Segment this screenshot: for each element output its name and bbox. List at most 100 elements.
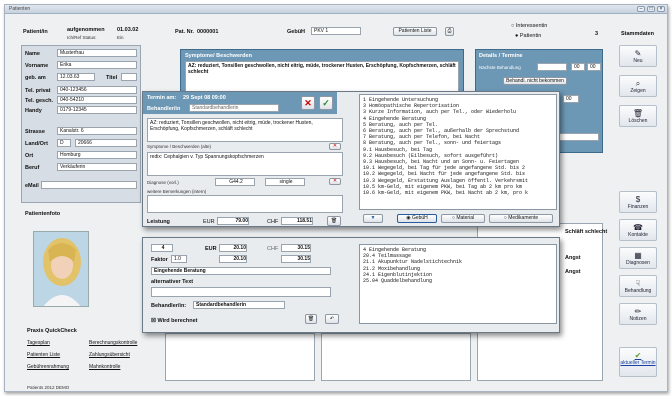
- termin-dialog: Termin am: 29 Sept 08 09:00 Behandler/in…: [142, 91, 560, 227]
- name-field[interactable]: Musterfrau: [57, 49, 137, 57]
- link-mahnkontrolle[interactable]: Mahnkontrolle: [89, 364, 120, 370]
- delete-icon[interactable]: 🗑: [327, 216, 341, 226]
- ort-field[interactable]: Homburg: [57, 151, 137, 159]
- link-zahlungsuebersicht[interactable]: Zahlungsübersicht: [89, 352, 130, 358]
- befund-text[interactable]: AZ: reduziert, Tonsillen geschwollen, ni…: [147, 118, 343, 142]
- details-side-field[interactable]: 00: [563, 95, 579, 103]
- stammdaten-title: Stammdaten: [621, 31, 655, 37]
- background-panel-b: [321, 333, 471, 381]
- leistung-chf-field[interactable]: 118.51: [281, 217, 313, 225]
- chosen-list[interactable]: 4 Eingehende Beratung 20.4 Teilmassage 2…: [359, 244, 557, 324]
- bezeichnung-field[interactable]: Eingehende Beratung: [151, 267, 331, 275]
- pos-behandler-field[interactable]: Standardbehandlerin: [193, 301, 285, 309]
- link-berechnungskontrolle[interactable]: Berechnungskontrolle: [89, 340, 137, 346]
- tab-material[interactable]: ○ Material: [441, 214, 485, 223]
- termin-label: Termin am:: [147, 95, 177, 101]
- background-panel-a: [165, 333, 315, 381]
- gebuehr-select[interactable]: PKV 1: [311, 27, 361, 35]
- tab-medikamente[interactable]: ○ Medikamente: [489, 214, 553, 223]
- diagnose-text[interactable]: redix: Cephalgien v. Typ Spannungskopfsc…: [147, 152, 343, 176]
- tab-gebuehr[interactable]: ◉ GebüH: [397, 214, 437, 223]
- clear-symptome-icon[interactable]: ✕: [329, 143, 341, 150]
- procedures-list[interactable]: 1 Eingehende Untersuchung 3 Homöopathisc…: [359, 94, 557, 210]
- count-field[interactable]: 4: [151, 244, 173, 252]
- footer-text: Patients 2012 DEMO: [27, 385, 70, 390]
- strasse-field[interactable]: Kanalstr. 6: [57, 127, 137, 135]
- naechste-field[interactable]: [537, 63, 567, 71]
- pos-eur2-field[interactable]: 20.10: [219, 255, 247, 263]
- procedure-row[interactable]: 10.6 km-Geld, mit eigenem PKW, bei Nacht…: [363, 190, 553, 196]
- berechnet-checkbox[interactable]: ☒ Wird berechnet: [151, 318, 197, 324]
- pos-eur-field[interactable]: 20.10: [219, 244, 247, 252]
- symptome-text[interactable]: AZ: reduziert, Tonsillen geschwollen, ni…: [185, 61, 459, 95]
- interessent-label: Interessentin: [515, 23, 548, 29]
- details-title: Details / Termine: [479, 53, 523, 59]
- pos-chf-field[interactable]: 30.15: [281, 244, 311, 252]
- confirm-icon[interactable]: ✓: [319, 96, 333, 110]
- undo-icon[interactable]: ↶: [325, 314, 339, 324]
- patientin-radio[interactable]: ● Patientin: [515, 33, 541, 39]
- pos-chf2-field[interactable]: 30.15: [281, 255, 311, 263]
- notizen-button[interactable]: ✏ Notizen: [619, 303, 657, 325]
- diagnosis-icon: ▦: [634, 251, 642, 260]
- diagnosen-button[interactable]: ▦ Diagnosen: [619, 247, 657, 269]
- details-box-button[interactable]: Behandl. nicht bekommen: [503, 77, 567, 85]
- clear-diagnose-icon[interactable]: ✕: [329, 178, 341, 185]
- diag-field[interactable]: single: [265, 178, 305, 186]
- chosen-row[interactable]: 25.04 Quaddelbehandlung: [363, 278, 553, 284]
- handy-field[interactable]: 0179-12345: [57, 106, 137, 114]
- zeigen-button[interactable]: ⌕ Zeigen: [619, 75, 657, 97]
- weitere-caption: weitere Bemerkungen (intern): [147, 189, 207, 194]
- finanzen-button[interactable]: $ Finanzen: [619, 191, 657, 213]
- cancel-icon[interactable]: ✕: [301, 96, 315, 110]
- neu-label: Neu: [633, 58, 643, 64]
- link-gebuehrenrahmung[interactable]: Gebührenrahmung: [27, 364, 69, 370]
- minimize-button[interactable]: –: [637, 6, 645, 12]
- naechste-v2[interactable]: 00: [587, 63, 601, 71]
- tel-gesch-field[interactable]: 040-54210: [57, 96, 137, 104]
- plz-field[interactable]: 20666: [75, 139, 137, 147]
- termin-label: aktueller Termin: [620, 360, 656, 366]
- titel-field[interactable]: [121, 73, 137, 81]
- status-label: aufgenommen: [67, 27, 105, 33]
- neu-button[interactable]: ✎ Neu: [619, 45, 657, 67]
- vorname-field[interactable]: Erika: [57, 61, 137, 69]
- land-field[interactable]: D: [57, 139, 71, 147]
- chevron-down-icon[interactable]: ▼: [363, 214, 383, 223]
- behandler-select[interactable]: Standardbehandlerin: [189, 104, 279, 112]
- close-window-button[interactable]: ×: [657, 6, 665, 12]
- print-icon[interactable]: ⎙: [445, 27, 454, 36]
- aktueller-termin-button[interactable]: ✔ aktueller Termin: [619, 347, 657, 377]
- weitere-text[interactable]: [147, 195, 343, 213]
- eur-label: EUR: [203, 219, 215, 225]
- email-field[interactable]: [41, 181, 137, 189]
- icd-field[interactable]: G44.2: [215, 178, 255, 186]
- link-patienten-liste[interactable]: Patienten Liste: [27, 352, 60, 358]
- loeschen-label: Löschen: [628, 118, 648, 124]
- patient-photo[interactable]: [33, 231, 89, 307]
- status-sub-value: Ein: [117, 35, 124, 40]
- portrait-image: [34, 232, 88, 306]
- procedure-row[interactable]: 10.2 Wegegeld, bei Nacht für jede angefa…: [363, 171, 553, 177]
- position-dialog: 4 EUR 20.10 CHF 30.15 Faktor 1.0 20.10 3…: [142, 237, 560, 333]
- tab-medikamente-label: Medikamente: [508, 215, 539, 221]
- maximize-button[interactable]: □: [647, 6, 655, 12]
- behandlung-button[interactable]: ☟ Behandlung: [619, 275, 657, 297]
- tel-privat-field[interactable]: 040-123456: [57, 86, 137, 94]
- interessent-radio[interactable]: ○ Interessentin: [511, 23, 547, 29]
- patientin-label: Patientin: [519, 33, 542, 39]
- behind-text-1: Schläft schlecht: [565, 229, 608, 235]
- procedure-row[interactable]: 10.3 Wegegeld, Erstattung Auslagen öffen…: [363, 178, 553, 184]
- beruf-field[interactable]: Verkäuferin: [57, 163, 137, 171]
- alt-text-field[interactable]: [151, 287, 331, 297]
- leistung-eur-field[interactable]: 79.00: [217, 217, 249, 225]
- kontakte-button[interactable]: ☎ Kontakte: [619, 219, 657, 241]
- link-tagesplan[interactable]: Tagesplan: [27, 340, 50, 346]
- naechste-v1[interactable]: 00: [571, 63, 585, 71]
- loeschen-button[interactable]: 🗑 Löschen: [619, 105, 657, 127]
- patienten-liste-button[interactable]: Patienten Liste: [393, 27, 437, 36]
- geb-field[interactable]: 12.03.63: [57, 73, 95, 81]
- treatment-icon: ☟: [635, 279, 641, 288]
- delete-position-icon[interactable]: 🗑: [305, 314, 317, 324]
- faktor-field[interactable]: 1.0: [171, 255, 187, 263]
